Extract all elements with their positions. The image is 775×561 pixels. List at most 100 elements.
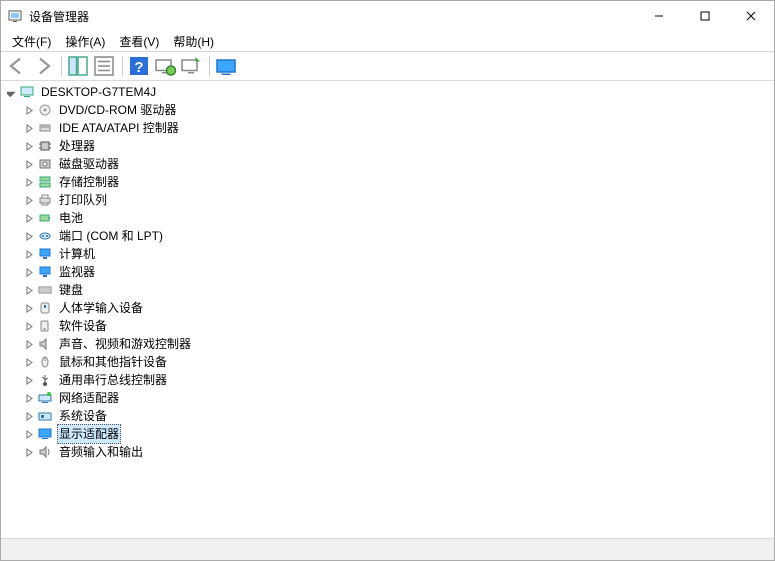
tree-node[interactable]: 通用串行总线控制器 xyxy=(1,371,774,389)
expand-toggle-icon[interactable] xyxy=(21,102,37,118)
tree-node-root[interactable]: DESKTOP-G7TEM4J xyxy=(1,83,774,101)
tree-node[interactable]: 软件设备 xyxy=(1,317,774,335)
statusbar xyxy=(1,538,774,560)
expand-toggle-icon[interactable] xyxy=(21,138,37,154)
tree-node-label: 系统设备 xyxy=(57,407,109,425)
network-icon xyxy=(37,390,53,406)
minimize-button[interactable] xyxy=(636,1,682,31)
tree-node[interactable]: 显示适配器 xyxy=(1,425,774,443)
cpu-icon xyxy=(37,138,53,154)
toolbar-separator xyxy=(61,56,62,76)
tree-node-label: 显示适配器 xyxy=(57,424,121,444)
tree-node[interactable]: 打印队列 xyxy=(1,191,774,209)
battery-icon xyxy=(37,210,53,226)
tree-node[interactable]: 鼠标和其他指针设备 xyxy=(1,353,774,371)
expand-toggle-icon[interactable] xyxy=(3,84,19,100)
expand-toggle-icon[interactable] xyxy=(21,390,37,406)
tree-node[interactable]: 声音、视频和游戏控制器 xyxy=(1,335,774,353)
tree-node[interactable]: 端口 (COM 和 LPT) xyxy=(1,227,774,245)
expand-toggle-icon[interactable] xyxy=(21,444,37,460)
expand-toggle-icon[interactable] xyxy=(21,300,37,316)
expand-toggle-icon[interactable] xyxy=(21,282,37,298)
expand-toggle-icon[interactable] xyxy=(21,336,37,352)
expand-toggle-icon[interactable] xyxy=(21,426,37,442)
close-button[interactable] xyxy=(728,1,774,31)
toolbar: ? xyxy=(1,52,774,81)
tree-node[interactable]: 电池 xyxy=(1,209,774,227)
expand-toggle-icon[interactable] xyxy=(21,210,37,226)
expand-toggle-icon[interactable] xyxy=(21,318,37,334)
device-tree-panel[interactable]: DESKTOP-G7TEM4JDVD/CD-ROM 驱动器IDE ATA/ATA… xyxy=(1,81,774,538)
monitor-icon xyxy=(37,246,53,262)
software-icon xyxy=(37,318,53,334)
audio-icon xyxy=(37,444,53,460)
tree-node-label: 打印队列 xyxy=(57,191,109,209)
expand-toggle-icon[interactable] xyxy=(21,354,37,370)
menubar: 文件(F) 操作(A) 查看(V) 帮助(H) xyxy=(1,31,774,52)
show-hide-tree-button[interactable] xyxy=(66,54,90,78)
tree-node-label: 键盘 xyxy=(57,281,85,299)
toolbar-separator xyxy=(122,56,123,76)
remote-button[interactable] xyxy=(214,54,238,78)
expand-toggle-icon[interactable] xyxy=(21,246,37,262)
properties-button[interactable] xyxy=(92,54,116,78)
menu-action[interactable]: 操作(A) xyxy=(58,31,112,52)
svg-text:?: ? xyxy=(134,59,143,76)
tree-node[interactable]: DVD/CD-ROM 驱动器 xyxy=(1,101,774,119)
tree-node-label: 磁盘驱动器 xyxy=(57,155,121,173)
tree-node[interactable]: 处理器 xyxy=(1,137,774,155)
tree-node[interactable]: 音频输入和输出 xyxy=(1,443,774,461)
menu-file[interactable]: 文件(F) xyxy=(5,31,58,52)
back-button xyxy=(5,54,29,78)
expand-toggle-icon[interactable] xyxy=(21,192,37,208)
titlebar: 设备管理器 xyxy=(1,1,774,31)
tree-node-label: 鼠标和其他指针设备 xyxy=(57,353,169,371)
disc-icon xyxy=(37,102,53,118)
hid-icon xyxy=(37,300,53,316)
scan-hardware-button[interactable] xyxy=(153,54,177,78)
expand-toggle-icon[interactable] xyxy=(21,228,37,244)
tree-node[interactable]: IDE ATA/ATAPI 控制器 xyxy=(1,119,774,137)
device-tree[interactable]: DESKTOP-G7TEM4JDVD/CD-ROM 驱动器IDE ATA/ATA… xyxy=(1,83,774,461)
usb-icon xyxy=(37,372,53,388)
window-title: 设备管理器 xyxy=(29,8,636,25)
expand-toggle-icon[interactable] xyxy=(21,120,37,136)
tree-node-label: 存储控制器 xyxy=(57,173,121,191)
keyboard-icon xyxy=(37,282,53,298)
tree-node[interactable]: 磁盘驱动器 xyxy=(1,155,774,173)
device-manager-window: 设备管理器 文件(F) 操作(A) 查看(V) 帮助(H) ? DESKTOP-… xyxy=(0,0,775,561)
ide-icon xyxy=(37,120,53,136)
tree-node-label: 声音、视频和游戏控制器 xyxy=(57,335,193,353)
expand-toggle-icon[interactable] xyxy=(21,156,37,172)
tree-node[interactable]: 计算机 xyxy=(1,245,774,263)
tree-node[interactable]: 键盘 xyxy=(1,281,774,299)
menu-help[interactable]: 帮助(H) xyxy=(166,31,221,52)
expand-toggle-icon[interactable] xyxy=(21,408,37,424)
update-driver-button[interactable] xyxy=(179,54,203,78)
maximize-button[interactable] xyxy=(682,1,728,31)
monitor-icon xyxy=(37,264,53,280)
expand-toggle-icon[interactable] xyxy=(21,264,37,280)
tree-node[interactable]: 人体学输入设备 xyxy=(1,299,774,317)
app-icon xyxy=(7,8,23,24)
system-icon xyxy=(37,408,53,424)
tree-node-label: 软件设备 xyxy=(57,317,109,335)
tree-node-label: 监视器 xyxy=(57,263,97,281)
tree-node[interactable]: 监视器 xyxy=(1,263,774,281)
expand-toggle-icon[interactable] xyxy=(21,372,37,388)
tree-node-label: 端口 (COM 和 LPT) xyxy=(57,227,165,245)
tree-node[interactable]: 存储控制器 xyxy=(1,173,774,191)
sound-icon xyxy=(37,336,53,352)
tree-node-label: 计算机 xyxy=(57,245,97,263)
expand-toggle-icon[interactable] xyxy=(21,174,37,190)
menu-view[interactable]: 查看(V) xyxy=(112,31,166,52)
tree-node-label: 网络适配器 xyxy=(57,389,121,407)
help-button[interactable]: ? xyxy=(127,54,151,78)
tree-node[interactable]: 系统设备 xyxy=(1,407,774,425)
tree-node[interactable]: 网络适配器 xyxy=(1,389,774,407)
toolbar-separator xyxy=(209,56,210,76)
tree-node-label: IDE ATA/ATAPI 控制器 xyxy=(57,119,181,137)
mouse-icon xyxy=(37,354,53,370)
window-controls xyxy=(636,1,774,31)
tree-node-label: DVD/CD-ROM 驱动器 xyxy=(57,101,178,119)
